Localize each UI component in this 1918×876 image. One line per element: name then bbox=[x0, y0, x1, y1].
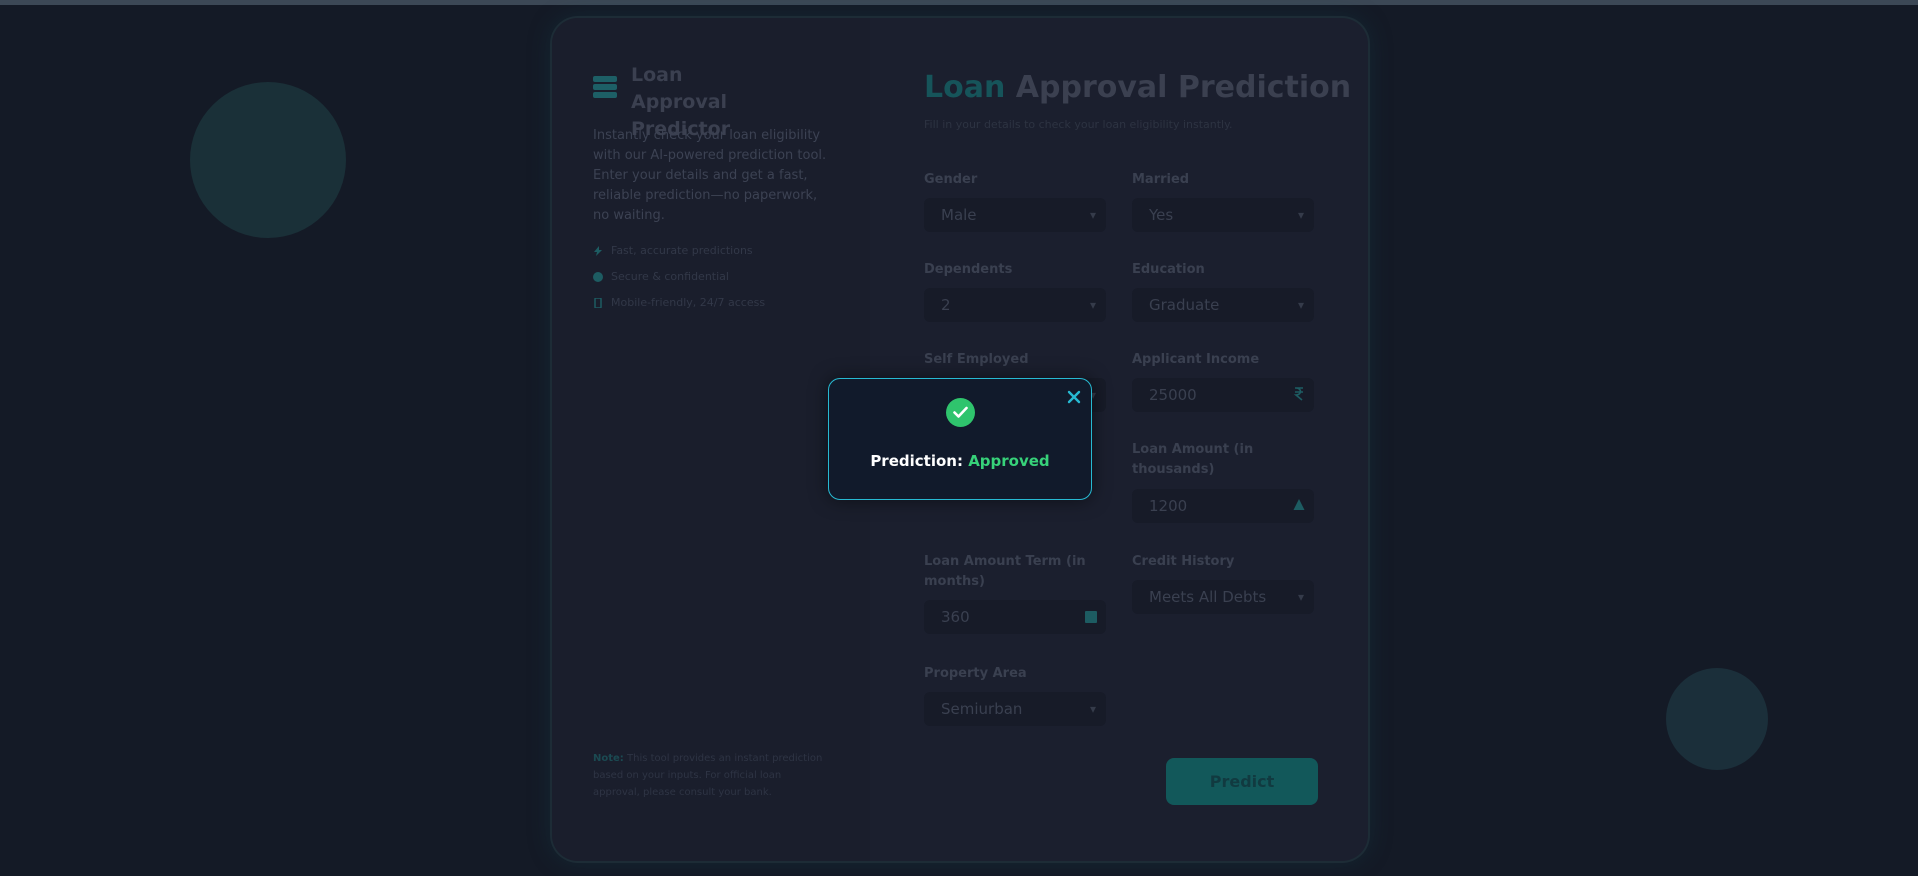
feature-item: Fast, accurate predictions bbox=[593, 244, 753, 257]
property-area-select[interactable]: Semiurban ▾ bbox=[924, 692, 1106, 726]
title-rest: Approval Prediction bbox=[1015, 70, 1352, 105]
married-select[interactable]: Yes ▾ bbox=[1132, 198, 1314, 232]
gender-select[interactable]: Male ▾ bbox=[924, 198, 1106, 232]
applicant-income-value: 25000 bbox=[1149, 386, 1197, 404]
married-label: Married bbox=[1132, 172, 1190, 187]
warning-icon bbox=[1293, 499, 1305, 510]
applicant-income-label: Applicant Income bbox=[1132, 352, 1260, 367]
decorative-blob-top-left bbox=[190, 82, 346, 238]
feature-item: Secure & confidential bbox=[593, 270, 729, 283]
page-subtitle: Fill in your details to check your loan … bbox=[924, 118, 1233, 131]
note-text: This tool provides an instant prediction… bbox=[593, 753, 823, 798]
chevron-down-icon: ▾ bbox=[1089, 208, 1096, 222]
property-area-label: Property Area bbox=[924, 666, 1027, 681]
feature-label: Fast, accurate predictions bbox=[611, 244, 753, 257]
chevron-down-icon: ▾ bbox=[1297, 590, 1304, 604]
loan-term-value: 360 bbox=[941, 608, 970, 626]
close-icon[interactable] bbox=[1065, 388, 1083, 406]
loan-amount-input[interactable]: 1200 bbox=[1132, 489, 1314, 523]
prediction-result-modal: Prediction: Approved bbox=[828, 378, 1092, 500]
chevron-down-icon: ▾ bbox=[1297, 208, 1304, 222]
dependents-value: 2 bbox=[941, 296, 951, 314]
predict-button[interactable]: Predict bbox=[1166, 758, 1318, 805]
feature-item: Mobile-friendly, 24/7 access bbox=[593, 296, 765, 309]
chevron-down-icon: ▾ bbox=[1089, 702, 1096, 716]
credit-history-value: Meets All Debts bbox=[1149, 588, 1267, 606]
sidebar-note: Note: This tool provides an instant pred… bbox=[593, 750, 823, 801]
prediction-result: Approved bbox=[968, 452, 1050, 470]
applicant-income-input[interactable]: 25000 bbox=[1132, 378, 1314, 412]
page-title: Loan Approval Prediction bbox=[924, 70, 1351, 105]
education-label: Education bbox=[1132, 262, 1205, 277]
dependents-select[interactable]: 2 ▾ bbox=[924, 288, 1106, 322]
chevron-down-icon: ▾ bbox=[1297, 298, 1304, 312]
sidebar-description: Instantly check your loan eligibility wi… bbox=[593, 128, 827, 223]
loan-term-input[interactable]: 360 bbox=[924, 600, 1106, 634]
loan-amount-value: 1200 bbox=[1149, 497, 1188, 515]
mobile-icon bbox=[594, 297, 602, 308]
dependents-label: Dependents bbox=[924, 262, 1013, 277]
feature-label: Mobile-friendly, 24/7 access bbox=[611, 296, 766, 309]
note-label: Note: bbox=[593, 753, 624, 764]
married-value: Yes bbox=[1149, 206, 1174, 224]
education-select[interactable]: Graduate ▾ bbox=[1132, 288, 1314, 322]
loan-term-label: Loan Amount Term (in months) bbox=[924, 554, 1086, 589]
decorative-blob-bottom-right bbox=[1666, 668, 1768, 770]
gender-value: Male bbox=[941, 206, 977, 224]
check-circle-icon bbox=[946, 398, 975, 427]
title-highlight: Loan bbox=[924, 70, 1006, 105]
property-area-value: Semiurban bbox=[941, 700, 1023, 718]
prediction-result-text: Prediction: Approved bbox=[829, 452, 1091, 470]
credit-history-label: Credit History bbox=[1132, 554, 1235, 569]
rupee-icon bbox=[1293, 387, 1303, 401]
education-value: Graduate bbox=[1149, 296, 1220, 314]
credit-history-select[interactable]: Meets All Debts ▾ bbox=[1132, 580, 1314, 614]
info-sidebar: Loan Approval Predictor Instantly check … bbox=[552, 18, 870, 861]
gender-label: Gender bbox=[924, 172, 978, 187]
self-employed-label: Self Employed bbox=[924, 352, 1029, 367]
chevron-down-icon: ▾ bbox=[1089, 298, 1096, 312]
lightning-icon bbox=[594, 245, 602, 256]
loan-amount-label: Loan Amount (in thousands) bbox=[1132, 442, 1254, 477]
feature-label: Secure & confidential bbox=[611, 270, 729, 283]
browser-top-bar bbox=[0, 0, 1918, 5]
calendar-icon bbox=[1085, 611, 1097, 623]
prediction-prefix: Prediction: bbox=[870, 452, 963, 470]
shield-icon bbox=[593, 271, 603, 282]
coins-icon bbox=[593, 76, 617, 98]
